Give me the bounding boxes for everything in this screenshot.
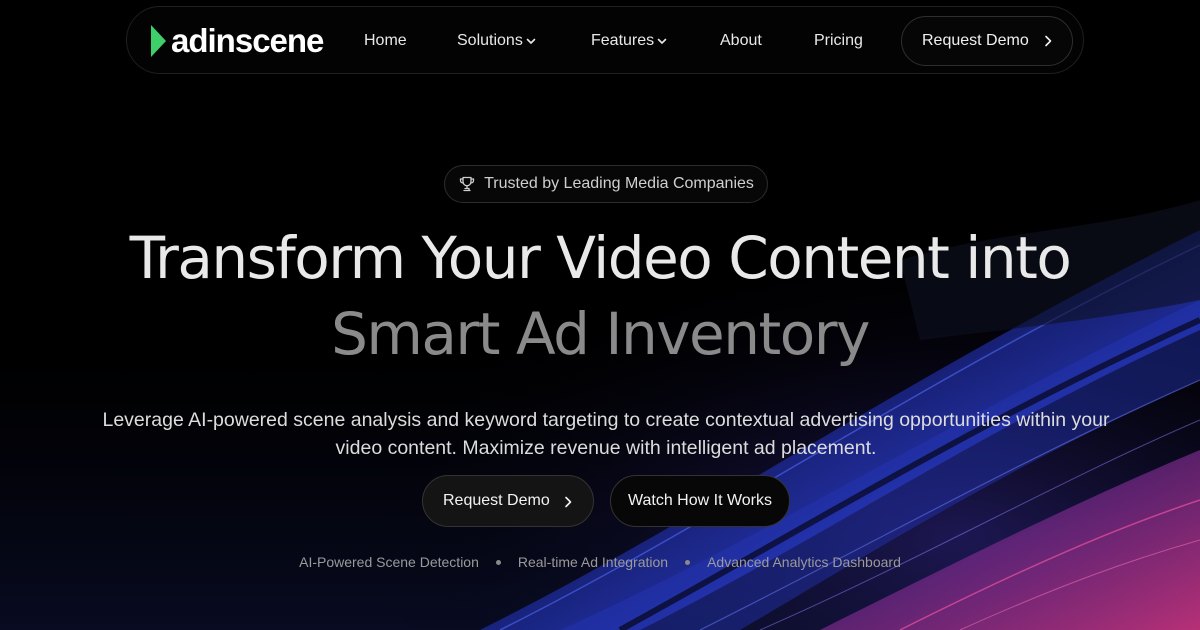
- top-navigation-bar: adinscene Home Solutions Features About …: [126, 6, 1084, 74]
- trophy-icon: [459, 176, 475, 192]
- brand-logo[interactable]: adinscene: [149, 22, 324, 59]
- trust-badge-text: Trusted by Leading Media Companies: [484, 175, 754, 192]
- nav-item-label: Pricing: [814, 32, 863, 49]
- feature-item: Real-time Ad Integration: [517, 554, 669, 570]
- nav-item-about[interactable]: About: [720, 31, 762, 51]
- chevron-down-icon: [526, 38, 536, 44]
- nav-item-label: Solutions: [457, 32, 523, 49]
- trust-badge: Trusted by Leading Media Companies: [444, 165, 768, 203]
- landing-page: adinscene Home Solutions Features About …: [0, 0, 1200, 630]
- bullet-dot: [495, 559, 501, 565]
- nav-item-label: About: [720, 32, 762, 49]
- feature-highlights: AI-Powered Scene Detection Real-time Ad …: [0, 552, 1200, 572]
- feature-item: Advanced Analytics Dashboard: [707, 554, 901, 570]
- request-demo-button[interactable]: Request Demo: [422, 475, 594, 527]
- hero-headline-line2: Smart Ad Inventory: [331, 300, 870, 368]
- play-triangle-icon: [151, 25, 166, 57]
- nav-item-label: Features: [591, 32, 655, 49]
- request-demo-nav-button[interactable]: Request Demo: [901, 16, 1073, 66]
- chevron-right-icon: [565, 496, 572, 508]
- nav-item-features[interactable]: Features: [591, 31, 667, 51]
- chevron-down-icon: [657, 38, 667, 44]
- nav-item-pricing[interactable]: Pricing: [814, 31, 863, 51]
- request-demo-nav-label: Request Demo: [922, 32, 1029, 49]
- nav-item-solutions[interactable]: Solutions: [457, 31, 536, 51]
- brand-name: adinscene: [171, 22, 324, 59]
- hero-subtext: Leverage AI-powered scene analysis and k…: [102, 408, 1110, 459]
- feature-item: AI-Powered Scene Detection: [299, 554, 479, 570]
- watch-how-it-works-button[interactable]: Watch How It Works: [610, 475, 790, 527]
- request-demo-label: Request Demo: [443, 492, 550, 509]
- chevron-right-icon: [1045, 35, 1052, 47]
- nav-item-home[interactable]: Home: [364, 31, 407, 51]
- hero-headline-line1: Transform Your Video Content into: [129, 224, 1072, 292]
- nav-item-label: Home: [364, 32, 407, 49]
- bullet-dot: [685, 559, 691, 565]
- watch-how-it-works-label: Watch How It Works: [627, 492, 773, 509]
